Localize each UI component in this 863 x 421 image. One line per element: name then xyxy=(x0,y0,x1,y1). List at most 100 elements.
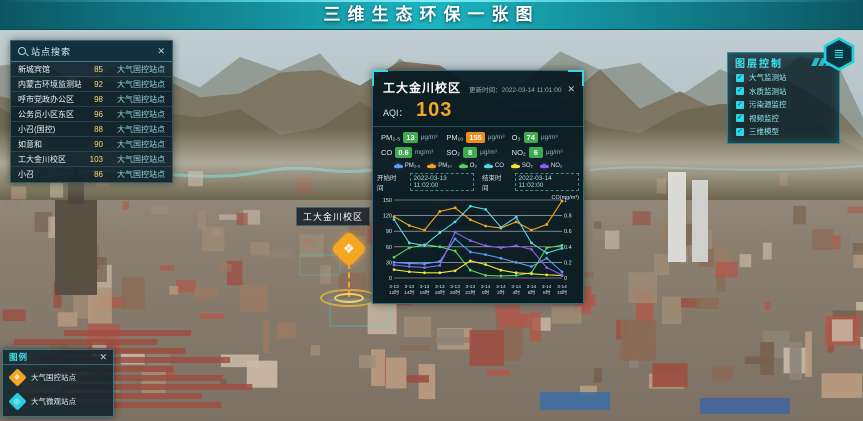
aqi-row: AQI： 103 xyxy=(373,98,583,127)
pollutant-grid: PM₂.₅ 13 μg/m³ PM₁₀ 155 μg/m³ O₃ 74 μg/m… xyxy=(373,127,583,161)
station-list-item[interactable]: 小召 86 大气国控站点 xyxy=(11,167,172,182)
station-detail-popup: 工大金川校区 更新时间：2022-03-14 11:01:00 ✕ AQI： 1… xyxy=(372,70,584,304)
legend-item[interactable]: CO xyxy=(484,163,504,169)
svg-text:120: 120 xyxy=(383,214,392,220)
station-list-item[interactable]: 新城宾馆 85 大气国控站点 xyxy=(11,62,172,77)
layer-label: 大气监测站 xyxy=(749,72,787,83)
pollutant-cell: SO₂ 8 μg/m³ xyxy=(446,147,509,158)
layer-row[interactable]: ✓ 三维模型 xyxy=(728,125,839,139)
svg-text:3-1320时: 3-1320时 xyxy=(450,284,460,296)
series-name: PM₁₀ xyxy=(438,163,452,169)
layer-row[interactable]: ✓ 污染源监控 xyxy=(728,98,839,112)
station-list-item[interactable]: 内蒙古环境监测站 92 大气国控站点 xyxy=(11,77,172,92)
station-type: 大气国控站点 xyxy=(103,64,165,75)
trend-chart: 030609012015000.20.40.60.81CO(mg/m³)3-13… xyxy=(373,194,583,305)
station-name: 新城宾馆 xyxy=(18,64,81,75)
svg-text:3-1322时: 3-1322时 xyxy=(465,284,475,296)
station-diamond-icon: ◎ xyxy=(8,392,26,410)
close-icon[interactable]: ✕ xyxy=(157,47,165,56)
update-time: 更新时间：2022-03-14 11:01:00 xyxy=(467,84,561,94)
series-name: CO xyxy=(495,163,504,169)
legend-item[interactable]: SO₂ xyxy=(511,163,533,169)
station-map-label[interactable]: 工大金川校区 xyxy=(296,207,370,226)
series-name: O₃ xyxy=(470,163,477,169)
svg-text:0.4: 0.4 xyxy=(564,245,572,251)
pollutant-value-badge: 74 xyxy=(524,132,538,143)
svg-text:150: 150 xyxy=(383,198,392,204)
station-aqi: 103 xyxy=(81,155,103,164)
checkbox-icon[interactable]: ✓ xyxy=(736,114,744,122)
svg-text:3-1316时: 3-1316时 xyxy=(419,284,429,296)
station-list-item[interactable]: 公务员小区东区 96 大气国控站点 xyxy=(11,107,172,122)
station-list-item[interactable]: 工大金川校区 103 大气国控站点 xyxy=(11,152,172,167)
series-marker-icon xyxy=(484,165,493,168)
popup-title: 工大金川校区 xyxy=(383,79,461,96)
page-title: 三维生态环保一张图 xyxy=(0,0,863,30)
checkbox-icon[interactable]: ✓ xyxy=(736,101,744,109)
checkbox-icon[interactable]: ✓ xyxy=(736,87,744,95)
station-aqi: 96 xyxy=(81,110,103,119)
pollutant-unit: μg/m³ xyxy=(541,134,558,141)
svg-text:3-148时: 3-148时 xyxy=(542,284,552,296)
close-icon[interactable]: ✕ xyxy=(567,85,575,94)
svg-text:3-1314时: 3-1314时 xyxy=(404,284,414,296)
legend-row: ◎ 大气微观站点 xyxy=(3,389,113,413)
aqi-value: 103 xyxy=(416,99,452,121)
station-type: 大气国控站点 xyxy=(103,124,165,135)
start-time-input[interactable]: 2022-03-13 11:02:00 xyxy=(410,173,474,191)
svg-text:3-142时: 3-142时 xyxy=(496,284,506,296)
aqi-label: AQI： xyxy=(383,108,408,118)
checkbox-icon[interactable]: ✓ xyxy=(736,74,744,82)
station-type: 大气国控站点 xyxy=(103,79,165,90)
svg-text:3-146时: 3-146时 xyxy=(527,284,537,296)
layer-row[interactable]: ✓ 水质监测站 xyxy=(728,85,839,99)
station-type: 大气国控站点 xyxy=(103,169,165,180)
svg-text:60: 60 xyxy=(386,245,392,251)
pollutant-name: NO₂ xyxy=(512,148,526,157)
pollutant-cell: PM₂.₅ 13 μg/m³ xyxy=(381,132,444,143)
station-list-item[interactable]: 小召(国控) 88 大气国控站点 xyxy=(11,122,172,137)
pollutant-value-badge: 155 xyxy=(466,132,485,143)
legend-item[interactable]: PM₂.₅ xyxy=(394,163,420,169)
trend-chart-svg: 030609012015000.20.40.60.81CO(mg/m³)3-13… xyxy=(376,194,580,300)
station-name: 工大金川校区 xyxy=(18,154,81,165)
pollutant-name: CO xyxy=(381,148,392,157)
layer-row[interactable]: ✓ 大气监测站 xyxy=(728,71,839,85)
svg-text:90: 90 xyxy=(386,229,392,235)
legend-item[interactable]: NO₂ xyxy=(540,163,562,169)
pollutant-name: PM₂.₅ xyxy=(381,133,400,142)
station-type: 大气国控站点 xyxy=(103,154,165,165)
legend-label: 大气国控站点 xyxy=(31,372,76,383)
legend-item[interactable]: PM₁₀ xyxy=(427,163,452,169)
svg-text:3-140时: 3-140时 xyxy=(481,284,491,296)
station-aqi: 92 xyxy=(81,80,103,89)
layer-label: 视频监控 xyxy=(749,113,779,124)
close-icon[interactable]: ✕ xyxy=(99,353,107,362)
layer-panel-title: 图层控制 xyxy=(735,55,783,70)
station-name: 呼市党政办公区 xyxy=(18,94,81,105)
svg-text:0.8: 0.8 xyxy=(564,214,572,220)
station-aqi: 86 xyxy=(81,170,103,179)
header-bar: 三维生态环保一张图 xyxy=(0,0,863,30)
pollutant-value-badge: 8 xyxy=(463,147,477,158)
station-list-panel: 站点搜索 ✕ 新城宾馆 85 大气国控站点 内蒙古环境监测站 92 大气国控站点… xyxy=(10,40,173,183)
pin-pulse-ring xyxy=(334,293,364,303)
station-aqi: 98 xyxy=(81,95,103,104)
checkbox-icon[interactable]: ✓ xyxy=(736,128,744,136)
app-window: 三维生态环保一张图 工大金川校区 ❖ 站点搜索 ✕ 新城宾馆 85 大气国控站点… xyxy=(0,0,863,421)
station-name: 小召(国控) xyxy=(18,124,81,135)
layer-row[interactable]: ✓ 视频监控 xyxy=(728,112,839,126)
series-name: NO₂ xyxy=(551,163,562,169)
layer-label: 水质监测站 xyxy=(749,86,787,97)
station-list-item[interactable]: 呼市党政办公区 98 大气国控站点 xyxy=(11,92,172,107)
series-name: SO₂ xyxy=(522,163,533,169)
pollutant-value-badge: 13 xyxy=(403,132,417,143)
end-time-input[interactable]: 2022-03-14 11:02:00 xyxy=(515,173,579,191)
series-marker-icon xyxy=(427,165,436,168)
map-legend-panel: 图例 ✕ ❖ 大气国控站点 ◎ 大气微观站点 xyxy=(2,349,114,417)
pollutant-name: PM₁₀ xyxy=(446,133,463,142)
legend-item[interactable]: O₃ xyxy=(459,163,477,169)
station-list-item[interactable]: 如意和 90 大气国控站点 xyxy=(11,137,172,152)
svg-text:3-1410时: 3-1410时 xyxy=(557,284,567,296)
pollutant-cell: O₃ 74 μg/m³ xyxy=(512,132,575,143)
